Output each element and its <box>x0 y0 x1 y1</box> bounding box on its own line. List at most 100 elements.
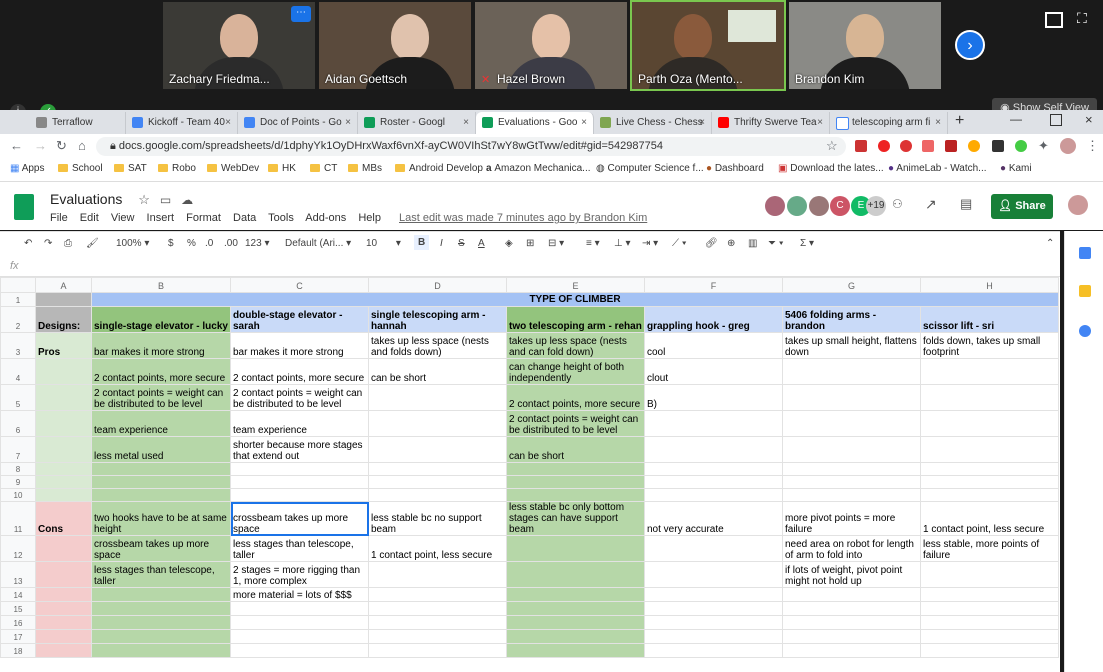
document-title[interactable]: Evaluations ☆ ▭ ☁ <box>50 191 193 208</box>
font-size-select[interactable]: 10 ▾ <box>366 238 401 249</box>
cons-label-cell[interactable]: Cons <box>35 501 92 536</box>
cell[interactable] <box>644 643 783 658</box>
cell[interactable] <box>230 629 369 644</box>
column-header[interactable]: H <box>920 277 1059 293</box>
close-tab-icon[interactable]: × <box>225 112 231 134</box>
menu-help[interactable]: Help <box>358 212 381 224</box>
cell[interactable]: can be short <box>506 436 645 463</box>
more-options-icon[interactable]: ⋯ <box>291 6 311 22</box>
cell[interactable] <box>782 643 921 658</box>
cell[interactable]: takes up less space (nests and folds dow… <box>368 332 507 359</box>
cell[interactable]: takes up less space (nests and can fold … <box>506 332 645 359</box>
cell[interactable] <box>644 561 783 588</box>
cell[interactable] <box>368 587 507 602</box>
cell[interactable] <box>368 475 507 489</box>
cell[interactable] <box>91 462 231 476</box>
cell[interactable] <box>506 488 645 502</box>
url-field[interactable]: 🔒︎ docs.google.com/spreadsheets/d/1dphyY… <box>96 137 846 156</box>
row-header[interactable]: 4 <box>0 358 36 385</box>
text-wrap-icon[interactable]: ⇥ ▾ <box>642 238 658 249</box>
cons-section-cell[interactable] <box>35 587 92 602</box>
cell[interactable] <box>920 358 1059 385</box>
collaborator-avatar[interactable] <box>809 196 829 216</box>
design-header-cell[interactable]: single-stage elevator - lucky <box>91 306 231 333</box>
row-header[interactable]: 12 <box>0 535 36 562</box>
participant-tile[interactable]: Aidan Goettsch <box>319 2 471 89</box>
bookmark-cs[interactable]: ◍ Computer Science f... <box>596 163 704 174</box>
cell[interactable] <box>920 629 1059 644</box>
strikethrough-button[interactable]: S <box>458 238 465 249</box>
cell[interactable] <box>506 535 645 562</box>
zoom-select[interactable]: 100% ▾ <box>116 238 149 249</box>
print-icon[interactable]: ⎙ <box>64 238 72 249</box>
color-extension-icon[interactable] <box>1015 140 1027 152</box>
cell[interactable]: crossbeam takes up more space <box>230 501 369 536</box>
cell[interactable] <box>91 601 231 616</box>
cell[interactable] <box>782 615 921 630</box>
maximize-window-icon[interactable] <box>1050 114 1062 126</box>
cell[interactable]: more pivot points = more failure <box>782 501 921 536</box>
cell[interactable]: 2 contact points, more secure <box>91 358 231 385</box>
menu-file[interactable]: File <box>50 212 68 224</box>
close-tab-icon[interactable]: × <box>817 112 823 134</box>
cell[interactable]: not very accurate <box>644 501 783 536</box>
activity-trend-icon[interactable]: ↗ <box>925 196 937 213</box>
cons-section-cell[interactable] <box>35 561 92 588</box>
close-tab-icon[interactable]: × <box>699 112 705 134</box>
cell[interactable] <box>920 488 1059 502</box>
participant-tile[interactable]: ⋯ Zachary Friedma... <box>163 2 315 89</box>
cell[interactable] <box>782 410 921 437</box>
cell[interactable] <box>91 643 231 658</box>
cell[interactable] <box>782 358 921 385</box>
pros-section-cell[interactable] <box>35 488 92 502</box>
redo-icon[interactable]: ↷ <box>44 238 52 249</box>
horizontal-align-icon[interactable]: ≡ ▾ <box>586 238 600 249</box>
cell[interactable] <box>644 410 783 437</box>
cell[interactable] <box>644 462 783 476</box>
pros-section-cell[interactable] <box>35 384 92 411</box>
cell[interactable]: clout <box>644 358 783 385</box>
designs-label-cell[interactable]: Designs: <box>35 306 92 333</box>
cell[interactable]: 2 contact points, more secure <box>506 384 645 411</box>
row-header[interactable]: 11 <box>0 501 36 536</box>
profile-avatar[interactable] <box>1060 138 1076 154</box>
cell[interactable] <box>368 410 507 437</box>
cell[interactable]: shorter because more stages that extend … <box>230 436 369 463</box>
bookmark-star-icon[interactable]: ☆ <box>826 138 838 154</box>
cons-section-cell[interactable] <box>35 535 92 562</box>
minimize-window-icon[interactable]: — <box>1010 112 1022 126</box>
paint-format-icon[interactable]: 🖌︎ <box>86 238 99 249</box>
cell[interactable] <box>920 384 1059 411</box>
cell[interactable]: bar makes it more strong <box>230 332 369 359</box>
cell[interactable]: less stable bc no support beam <box>368 501 507 536</box>
cell[interactable] <box>920 601 1059 616</box>
cell[interactable]: less metal used <box>91 436 231 463</box>
more-formats-select[interactable]: 123 ▾ <box>245 238 270 249</box>
cell[interactable] <box>506 462 645 476</box>
column-header[interactable]: E <box>506 277 645 293</box>
row-header[interactable]: 16 <box>0 615 36 630</box>
row-header[interactable]: 6 <box>0 410 36 437</box>
cell[interactable] <box>506 629 645 644</box>
cell[interactable] <box>91 629 231 644</box>
tasks-icon[interactable] <box>1079 325 1091 337</box>
bookmark-download[interactable]: ▣ Download the lates... <box>778 163 884 174</box>
bookmark-folder[interactable]: HK <box>268 163 296 174</box>
cell[interactable]: more material = lots of $$$ <box>230 587 369 602</box>
tab-kickoff[interactable]: Kickoff - Team 40 × <box>126 112 238 134</box>
column-header[interactable]: C <box>230 277 369 293</box>
cell[interactable] <box>782 629 921 644</box>
collaborators-icon[interactable]: ⚇ <box>892 197 903 211</box>
share-button[interactable]: 👤︎ Share <box>991 194 1053 219</box>
text-color-button[interactable]: A <box>478 238 485 249</box>
last-edit-link[interactable]: Last edit was made 7 minutes ago by Bran… <box>399 212 647 224</box>
cell[interactable] <box>920 561 1059 588</box>
close-window-icon[interactable]: × <box>1085 112 1093 127</box>
collaborator-avatar[interactable] <box>787 196 807 216</box>
bookmark-dashboard[interactable]: ● Dashboard <box>706 163 764 174</box>
cell[interactable] <box>506 587 645 602</box>
column-header[interactable]: F <box>644 277 783 293</box>
pros-section-cell[interactable] <box>35 475 92 489</box>
n-extension-icon[interactable] <box>992 140 1004 152</box>
tab-terraflow[interactable]: Terraflow <box>30 112 126 134</box>
